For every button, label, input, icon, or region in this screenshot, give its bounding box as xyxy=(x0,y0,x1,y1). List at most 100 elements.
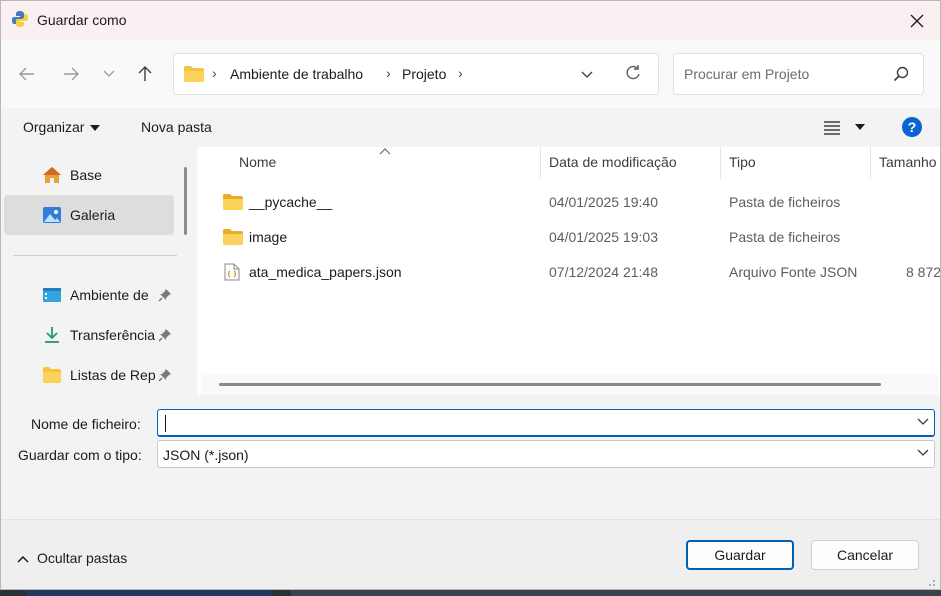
navigation-bar: › Ambiente de trabalho › Projeto › xyxy=(1,40,940,108)
organize-button[interactable]: Organizar xyxy=(23,119,101,135)
save-form: Nome de ficheiro: Guardar com o tipo: JS… xyxy=(1,395,940,519)
navigation-pane: Base Galeria Ambiente de Transferência L… xyxy=(1,147,197,395)
filetype-value: JSON (*.json) xyxy=(163,447,249,463)
navigation-scrollbar[interactable] xyxy=(184,167,187,235)
file-row[interactable]: image 04/01/2025 19:03 Pasta de ficheiro… xyxy=(197,219,940,254)
save-button[interactable]: Guardar xyxy=(686,540,794,570)
column-header-date[interactable]: Data de modificação xyxy=(549,154,677,178)
command-bar: Organizar Nova pasta ? xyxy=(1,108,940,147)
filename-field[interactable] xyxy=(157,409,935,437)
json-file-icon xyxy=(224,263,240,281)
filetype-label: Guardar com o tipo: xyxy=(18,447,142,463)
view-options-button[interactable] xyxy=(823,118,865,135)
column-divider[interactable] xyxy=(870,147,871,179)
desktop-icon xyxy=(43,288,61,302)
column-divider[interactable] xyxy=(540,147,541,179)
cancel-button[interactable]: Cancelar xyxy=(811,540,919,570)
file-size: 8 872 xyxy=(906,264,941,280)
organize-label: Organizar xyxy=(23,119,85,135)
file-row[interactable]: __pycache__ 04/01/2025 19:40 Pasta de fi… xyxy=(197,184,940,219)
text-cursor xyxy=(165,415,166,432)
sidebar-item-label: Ambiente de xyxy=(70,287,149,303)
file-name: __pycache__ xyxy=(249,194,333,210)
caret-down-icon xyxy=(90,125,101,132)
sidebar-item-home[interactable]: Base xyxy=(4,155,174,195)
chevron-down-icon xyxy=(103,70,115,77)
refresh-icon[interactable] xyxy=(623,63,643,83)
chevron-right-icon[interactable]: › xyxy=(386,65,391,81)
file-date: 04/01/2025 19:40 xyxy=(549,194,658,210)
arrow-left-icon xyxy=(19,67,34,81)
chevron-up-icon xyxy=(17,556,29,563)
file-type: Pasta de ficheiros xyxy=(729,229,841,245)
column-header-type[interactable]: Tipo xyxy=(729,154,756,178)
horizontal-scrollbar[interactable] xyxy=(219,383,881,386)
up-button[interactable] xyxy=(131,58,159,90)
filetype-select[interactable]: JSON (*.json) xyxy=(157,440,935,468)
desktop-background xyxy=(0,590,941,596)
folder-icon xyxy=(184,66,204,82)
file-type: Arquivo Fonte JSON xyxy=(729,264,858,280)
breadcrumb-item[interactable]: Projeto xyxy=(402,66,446,82)
background-window xyxy=(291,590,941,596)
arrow-up-icon xyxy=(138,66,152,81)
back-button[interactable] xyxy=(13,58,41,90)
sidebar-item-gallery[interactable]: Galeria xyxy=(4,195,174,235)
dialog-footer: Ocultar pastas Guardar Cancelar xyxy=(1,519,940,589)
python-app-icon xyxy=(12,11,28,27)
chevron-down-icon[interactable] xyxy=(580,65,594,83)
save-as-dialog: Guardar como › Ambiente de trabalho › Pr… xyxy=(0,0,941,590)
sort-ascending-icon xyxy=(379,148,391,155)
hide-folders-button[interactable]: Ocultar pastas xyxy=(17,550,127,566)
help-icon: ? xyxy=(907,119,917,135)
window-title: Guardar como xyxy=(37,12,127,28)
chevron-right-icon[interactable]: › xyxy=(458,65,463,81)
title-bar: Guardar como xyxy=(1,1,940,40)
divider xyxy=(13,255,177,256)
forward-button[interactable] xyxy=(57,58,85,90)
list-view-icon xyxy=(824,121,840,135)
file-name: image xyxy=(249,229,288,245)
close-icon xyxy=(910,14,924,27)
folder-icon xyxy=(223,229,243,245)
file-row[interactable]: ata_medica_papers.json 07/12/2024 21:48 … xyxy=(197,254,941,289)
pin-icon xyxy=(158,369,171,382)
column-header-size[interactable]: Tamanho xyxy=(879,154,937,178)
resize-grip-icon[interactable] xyxy=(926,577,936,587)
column-divider[interactable] xyxy=(720,147,721,179)
folder-icon xyxy=(43,367,61,383)
pin-icon xyxy=(158,289,171,302)
download-icon xyxy=(45,327,59,343)
chevron-down-icon[interactable] xyxy=(917,418,929,426)
recent-locations-button[interactable] xyxy=(95,58,123,90)
file-date: 07/12/2024 21:48 xyxy=(549,264,658,280)
sidebar-item-label: Base xyxy=(70,167,102,183)
close-button[interactable] xyxy=(894,1,940,40)
sidebar-item-desktop[interactable]: Ambiente de xyxy=(4,275,174,315)
column-header-name[interactable]: Nome xyxy=(239,154,276,178)
pin-icon xyxy=(158,329,171,342)
sidebar-item-downloads[interactable]: Transferência xyxy=(4,315,174,355)
sidebar-item-label: Transferência xyxy=(70,327,156,343)
breadcrumb-item[interactable]: Ambiente de trabalho xyxy=(230,66,363,82)
chevron-down-icon[interactable] xyxy=(917,449,929,457)
file-date: 04/01/2025 19:03 xyxy=(549,229,658,245)
home-icon xyxy=(43,167,61,183)
folder-icon xyxy=(223,194,243,210)
search-icon[interactable] xyxy=(893,66,909,82)
chevron-right-icon[interactable]: › xyxy=(212,65,217,81)
background-window xyxy=(26,590,272,596)
sidebar-item-playlists[interactable]: Listas de Rep xyxy=(4,355,174,395)
search-input[interactable] xyxy=(684,64,884,84)
sidebar-item-label: Listas de Rep xyxy=(70,367,156,383)
caret-down-icon xyxy=(854,124,865,131)
search-box xyxy=(673,53,924,95)
file-type: Pasta de ficheiros xyxy=(729,194,841,210)
arrow-right-icon xyxy=(64,67,79,81)
address-bar[interactable]: › Ambiente de trabalho › Projeto › xyxy=(173,53,659,95)
hide-folders-label: Ocultar pastas xyxy=(37,550,128,566)
sidebar-item-label: Galeria xyxy=(70,207,116,223)
help-button[interactable]: ? xyxy=(902,117,922,137)
filename-label: Nome de ficheiro: xyxy=(31,416,141,432)
new-folder-button[interactable]: Nova pasta xyxy=(141,119,212,135)
